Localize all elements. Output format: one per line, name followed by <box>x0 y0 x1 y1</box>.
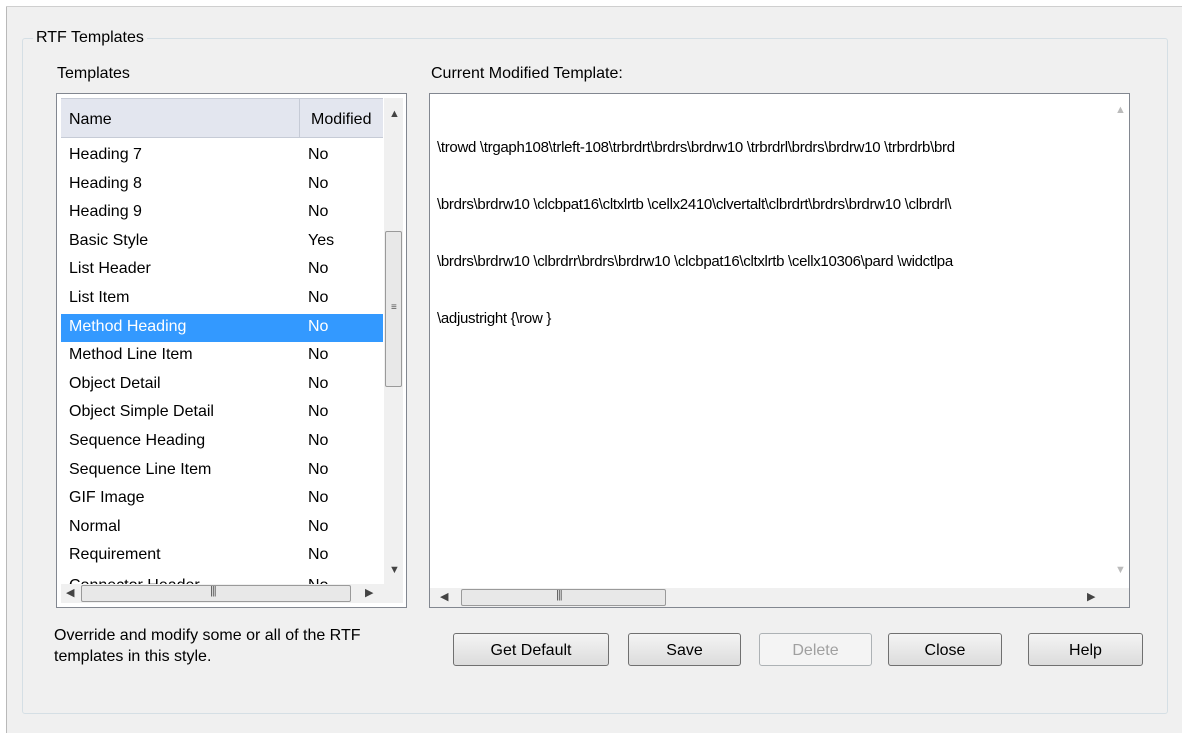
right-arrow-icon[interactable]: ▶ <box>1087 590 1095 603</box>
table-row[interactable]: Heading 8 No <box>61 171 383 200</box>
table-row[interactable]: GIF Image No <box>61 485 383 514</box>
table-row[interactable]: Sequence Line Item No <box>61 457 383 486</box>
template-editor[interactable]: \trowd \trgaph108\trleft-108\trbrdrt\brd… <box>429 93 1130 608</box>
table-row[interactable]: Object Simple Detail No <box>61 399 383 428</box>
template-name: Object Detail <box>69 374 161 392</box>
table-row[interactable]: Sequence Heading No <box>61 428 383 457</box>
template-text[interactable]: \trowd \trgaph108\trleft-108\trbrdrt\brd… <box>437 100 1107 366</box>
right-arrow-icon[interactable]: ▶ <box>365 586 373 599</box>
template-modified: No <box>308 403 329 421</box>
scroll-corner <box>1109 588 1129 607</box>
template-modified: No <box>308 546 329 564</box>
delete-button[interactable]: Delete <box>759 633 872 666</box>
template-modified: No <box>308 174 329 192</box>
template-modified: No <box>308 517 329 535</box>
window-frame-top <box>6 0 1182 7</box>
template-name: Sequence Heading <box>69 431 206 449</box>
template-modified: Yes <box>308 231 335 249</box>
template-name: List Item <box>69 288 130 306</box>
table-row[interactable]: Requirement No <box>61 542 383 571</box>
scroll-grip-icon: ||| <box>556 589 563 601</box>
table-row[interactable]: Basic Style Yes <box>61 228 383 257</box>
table-row[interactable]: List Header No <box>61 256 383 285</box>
table-row[interactable]: Method Heading No <box>61 313 383 343</box>
down-arrow-icon[interactable]: ▼ <box>389 564 400 576</box>
template-line: \adjustright {\row } <box>437 310 552 327</box>
horizontal-scroll-thumb[interactable]: ||| <box>81 585 351 602</box>
template-name: Sequence Line Item <box>69 460 212 478</box>
list-header: Name Modified <box>61 98 383 138</box>
window-frame-left <box>0 0 7 733</box>
template-line: \brdrs\brdrw10 \clcbpat16\cltxlrtb \cell… <box>437 196 952 213</box>
down-arrow-icon[interactable]: ▼ <box>1115 564 1126 576</box>
help-button[interactable]: Help <box>1028 633 1143 666</box>
up-arrow-icon[interactable]: ▲ <box>1115 104 1126 116</box>
scroll-grip-icon: ||| <box>210 585 217 597</box>
table-row[interactable]: Object Detail No <box>61 371 383 400</box>
templates-list[interactable]: Name Modified Heading 7 No Heading 8 No Head… <box>56 93 407 608</box>
template-modified: No <box>308 288 329 306</box>
left-arrow-icon[interactable]: ◀ <box>66 586 74 599</box>
template-name: Heading 9 <box>69 203 142 221</box>
save-button[interactable]: Save <box>628 633 741 666</box>
template-name: Normal <box>69 517 121 535</box>
list-rows: Heading 7 No Heading 8 No Heading 9 No Basic S… <box>61 142 383 591</box>
table-row[interactable]: Heading 9 No <box>61 199 383 228</box>
table-row[interactable]: Method Line Item No <box>61 342 383 371</box>
table-row[interactable]: Heading 7 No <box>61 142 383 171</box>
template-name: Method Heading <box>69 317 187 335</box>
editor-horizontal-scroll-thumb[interactable]: ||| <box>461 589 666 606</box>
template-modified: No <box>308 374 329 392</box>
editor-vertical-scrollbar[interactable]: ▲ ▼ <box>1109 94 1129 588</box>
template-name: List Header <box>69 260 151 278</box>
template-name: Object Simple Detail <box>69 403 214 421</box>
groupbox-title: RTF Templates <box>33 29 147 47</box>
template-modified: No <box>308 489 329 507</box>
template-name: Requirement <box>69 546 161 564</box>
table-row[interactable]: Normal No <box>61 514 383 543</box>
column-header-name[interactable]: Name <box>69 111 112 129</box>
template-modified: No <box>308 317 329 335</box>
left-arrow-icon[interactable]: ◀ <box>440 590 448 603</box>
scroll-corner <box>384 584 403 603</box>
templates-label: Templates <box>57 65 130 82</box>
template-name: GIF Image <box>69 489 145 507</box>
template-name: Heading 7 <box>69 146 142 163</box>
table-row[interactable]: List Item No <box>61 285 383 314</box>
description-text: Override and modify some or all of the R… <box>54 627 361 665</box>
template-modified: No <box>308 203 329 221</box>
template-modified: No <box>308 260 329 278</box>
column-divider[interactable] <box>299 99 300 137</box>
up-arrow-icon[interactable]: ▲ <box>389 108 400 120</box>
template-line: \brdrs\brdrw10 \clbrdrr\brdrs\brdrw10 \c… <box>437 253 953 270</box>
templates-vertical-scrollbar[interactable]: ▲ ≡ ▼ <box>384 98 403 584</box>
template-name: Heading 8 <box>69 174 142 192</box>
template-modified: No <box>308 146 329 163</box>
template-line: \trowd \trgaph108\trleft-108\trbrdrt\brd… <box>437 139 955 156</box>
template-name: Basic Style <box>69 231 149 249</box>
template-name: Method Line Item <box>69 346 193 364</box>
template-modified: No <box>308 431 329 449</box>
editor-horizontal-scrollbar[interactable]: ◀ ||| ▶ <box>430 588 1109 607</box>
template-modified: No <box>308 346 329 364</box>
column-header-modified[interactable]: Modified <box>311 111 371 129</box>
vertical-scroll-thumb[interactable]: ≡ <box>385 231 402 387</box>
get-default-button[interactable]: Get Default <box>453 633 609 666</box>
templates-horizontal-scrollbar[interactable]: ◀ ||| ▶ <box>61 584 384 603</box>
current-template-label: Current Modified Template: <box>431 65 623 82</box>
close-button[interactable]: Close <box>888 633 1002 666</box>
template-modified: No <box>308 460 329 478</box>
scroll-grip-icon: ≡ <box>391 302 397 313</box>
